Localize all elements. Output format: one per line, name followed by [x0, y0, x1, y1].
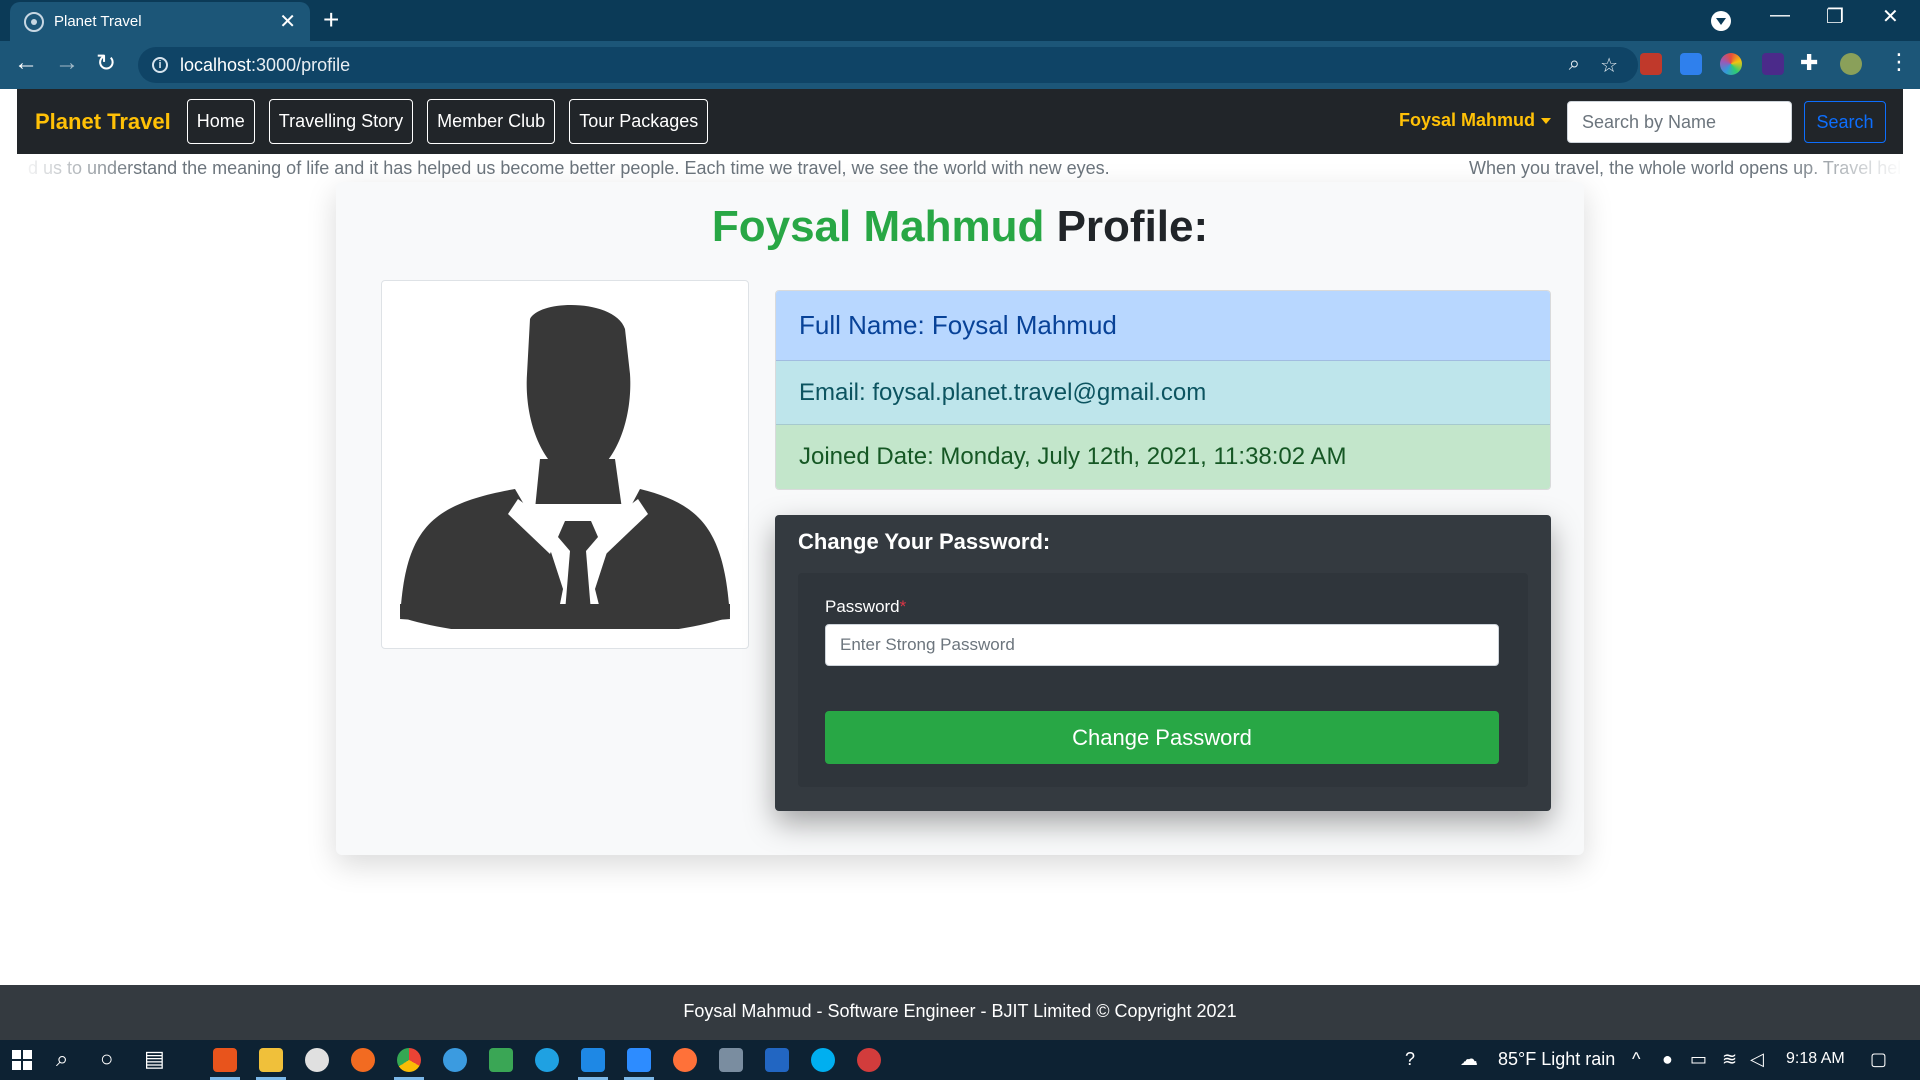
chevron-up-icon[interactable]: ^ [1632, 1049, 1640, 1070]
firefox-icon[interactable] [673, 1048, 697, 1072]
cortana-icon[interactable]: ○ [100, 1046, 113, 1072]
address-url[interactable]: localhost:3000/profile [180, 55, 350, 76]
extension-icon[interactable] [1762, 53, 1784, 75]
windows-start-icon[interactable] [12, 1050, 32, 1070]
new-tab-button[interactable]: + [323, 6, 339, 34]
change-password-form: Password* Change Password [798, 573, 1528, 787]
bookmark-star-icon[interactable]: ☆ [1600, 53, 1618, 78]
browser-app-icon[interactable] [443, 1048, 467, 1072]
tab-close-icon[interactable]: ✕ [279, 9, 296, 34]
volume-icon[interactable]: ◁ [1750, 1049, 1764, 1070]
chrome-icon[interactable] [397, 1048, 421, 1072]
cloud-rain-icon: ☁ [1460, 1049, 1478, 1069]
notification-icon[interactable]: ▢ [1870, 1049, 1887, 1070]
site-info-icon[interactable]: i [152, 57, 168, 73]
restore-icon[interactable]: ❐ [1826, 4, 1844, 29]
change-password-heading: Change Your Password: [798, 529, 1051, 554]
zoom-icon[interactable]: ⌕ [1569, 53, 1580, 76]
weather-text[interactable]: 85°F Light rain [1498, 1049, 1615, 1070]
xampp-icon[interactable] [213, 1048, 237, 1072]
calculator-icon[interactable] [719, 1048, 743, 1072]
avatar-icon[interactable] [1840, 53, 1862, 75]
color-picker-extension-icon[interactable] [1720, 53, 1742, 75]
full-name-item: Full Name: Foysal Mahmud [776, 291, 1550, 361]
zoom-app-icon[interactable] [627, 1048, 651, 1072]
nav-link-travelling-story[interactable]: Travelling Story [268, 99, 414, 144]
mail-icon[interactable] [765, 1048, 789, 1072]
browser-tabstrip: Planet Travel ✕ + — ❐ ✕ [0, 0, 1920, 41]
required-mark: * [899, 597, 907, 616]
marquee-text: When you travel, the whole world opens u… [1469, 158, 1902, 178]
extension-icon[interactable] [1640, 53, 1662, 75]
postman-icon[interactable] [351, 1048, 375, 1072]
browser-tab[interactable]: Planet Travel ✕ [10, 2, 310, 41]
site-navbar: Planet Travel Home Travelling Story Memb… [17, 89, 1903, 154]
password-label: Password* [825, 597, 907, 616]
caret-down-icon [1541, 118, 1552, 125]
quote-marquee: d us to understand the meaning of life a… [17, 154, 1903, 182]
extension-icon[interactable] [1680, 53, 1702, 75]
skype-icon[interactable] [811, 1048, 835, 1072]
reload-icon[interactable]: ↻ [96, 49, 116, 78]
search-input[interactable] [1567, 101, 1792, 143]
search-icon[interactable]: ⌕ [56, 1046, 68, 1072]
marquee-text: d us to understand the meaning of life a… [28, 158, 1110, 178]
search-button[interactable]: Search [1804, 101, 1886, 143]
nav-link-tour-packages[interactable]: Tour Packages [569, 99, 709, 144]
help-icon[interactable]: ? [1405, 1049, 1415, 1070]
react-favicon-icon [24, 11, 44, 32]
profile-card: Foysal Mahmud Profile: Full Name: Foysal… [336, 182, 1584, 855]
browser-toolbar: ← → ↻ i localhost:3000/profile ⌕ ☆ ✚ ⋮ [0, 41, 1920, 89]
nav-link-home[interactable]: Home [186, 99, 255, 144]
page-title: Foysal Mahmud Profile: [711, 202, 1209, 251]
user-dropdown[interactable]: Foysal Mahmud [1399, 110, 1552, 131]
puzzle-icon[interactable]: ✚ [1800, 50, 1818, 76]
back-icon[interactable]: ← [14, 49, 38, 77]
user-silhouette-icon [400, 305, 730, 629]
address-bar[interactable]: i localhost:3000/profile ⌕ ☆ [138, 47, 1638, 83]
close-window-icon[interactable]: ✕ [1882, 4, 1899, 29]
change-password-panel: Change Your Password: Password* Change P… [775, 515, 1551, 811]
tab-title: Planet Travel [54, 13, 142, 30]
wifi-icon[interactable]: ≋ [1722, 1049, 1737, 1070]
avatar [381, 280, 749, 649]
password-input[interactable] [825, 624, 1499, 666]
github-icon[interactable] [305, 1048, 329, 1072]
clock[interactable]: 9:18 AM [1786, 1050, 1845, 1068]
kebab-menu-icon[interactable]: ⋮ [1888, 49, 1910, 75]
os-taskbar: ⌕ ○ ▤ ? ☁ 85°F Light rain ^ ● ▭ ≋ ◁ 9:18… [0, 1040, 1920, 1080]
forward-icon[interactable]: → [55, 49, 79, 77]
microphone-icon[interactable]: ● [1662, 1049, 1673, 1070]
email-item: Email: foysal.planet.travel@gmail.com [776, 361, 1550, 425]
profile-info-list: Full Name: Foysal Mahmud Email: foysal.p… [775, 290, 1551, 490]
file-explorer-icon[interactable] [259, 1048, 283, 1072]
edge-icon[interactable] [535, 1048, 559, 1072]
battery-icon[interactable]: ▭ [1690, 1049, 1707, 1070]
tab-search-icon[interactable] [1711, 11, 1731, 31]
nav-link-member-club[interactable]: Member Club [427, 99, 556, 144]
site-footer: Foysal Mahmud - Software Engineer - BJIT… [0, 985, 1920, 1040]
minimize-icon[interactable]: — [1770, 4, 1790, 27]
brand-logo[interactable]: Planet Travel [35, 109, 171, 135]
app-icon[interactable] [857, 1048, 881, 1072]
joined-date-item: Joined Date: Monday, July 12th, 2021, 11… [776, 425, 1550, 489]
vscode-icon[interactable] [581, 1048, 605, 1072]
task-view-icon[interactable]: ▤ [144, 1046, 165, 1072]
change-password-button[interactable]: Change Password [825, 711, 1499, 764]
notepad-icon[interactable] [489, 1048, 513, 1072]
